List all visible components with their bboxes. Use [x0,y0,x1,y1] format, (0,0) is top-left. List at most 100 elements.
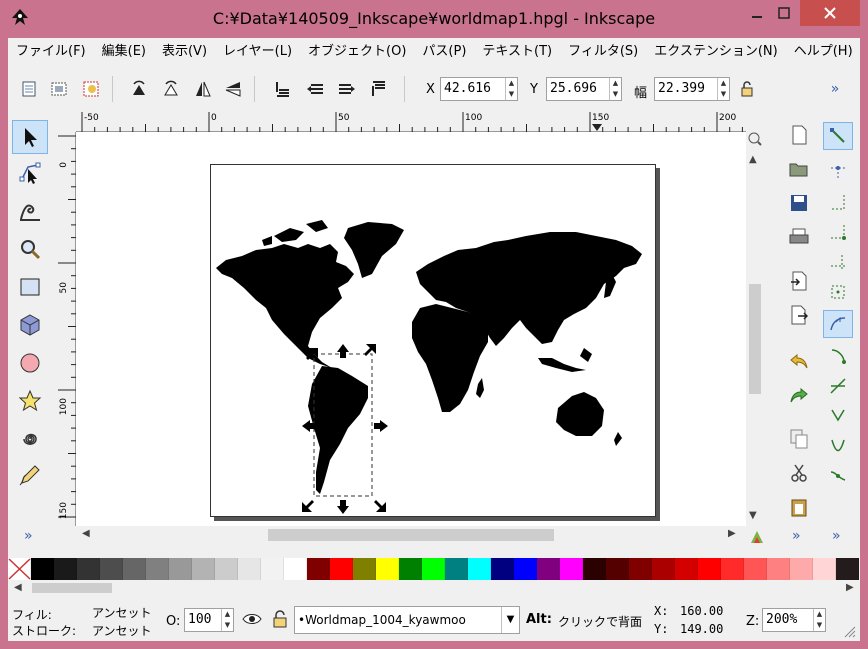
commands-overflow-icon[interactable]: » [792,528,801,544]
snap-smooth-nodes-icon[interactable] [823,432,853,460]
scroll-left-icon[interactable]: ◀ [14,582,22,593]
horizontal-ruler[interactable]: -50 0 50 100 150 200 [76,112,746,132]
export-icon[interactable] [788,304,810,326]
zoom-spinbox[interactable]: 200% ▲ ▼ [762,608,826,632]
vertical-ruler[interactable]: 0 50 100 150 [58,132,76,526]
spin-down-icon[interactable]: ▼ [222,620,233,631]
color-swatch[interactable] [698,558,721,580]
copy-icon[interactable] [788,428,810,450]
color-swatch[interactable] [560,558,583,580]
snap-enable-icon[interactable] [823,122,853,150]
snap-bbox-midpoint-icon[interactable] [823,248,853,276]
new-document-icon[interactable] [788,124,810,146]
spin-down-icon[interactable]: ▼ [506,89,517,100]
horizontal-scrollbar[interactable]: ◀ ▶ [76,526,746,544]
color-swatch[interactable] [468,558,491,580]
save-icon[interactable] [788,192,810,214]
selector-tool-icon[interactable] [12,120,48,154]
spin-up-icon[interactable]: ▲ [610,78,621,89]
current-layer-dropdown[interactable]: •Worldmap_1004_kyawmoo ▼ [294,606,520,634]
color-swatch[interactable] [261,558,284,580]
color-swatch[interactable] [31,558,54,580]
menu-filters[interactable]: フィルタ(S) [560,38,646,66]
open-folder-icon[interactable] [788,158,810,180]
snap-paths-icon[interactable] [823,342,853,370]
palette-scrollbar[interactable]: ◀ ▶ [8,580,860,596]
x-spinbox[interactable]: 42.616 ▲ ▼ [440,77,518,101]
scroll-right-icon[interactable]: ▶ [728,528,736,539]
snap-midpoints-icon[interactable] [823,462,853,490]
menu-help[interactable]: ヘルプ(H) [786,38,861,66]
color-swatch[interactable] [606,558,629,580]
zoom-value[interactable]: 200% [763,609,813,631]
chevron-down-icon[interactable]: ▼ [501,607,519,633]
flip-vertical-icon[interactable] [222,78,244,100]
menu-text[interactable]: テキスト(T) [474,38,560,66]
menu-extensions[interactable]: エクステンション(N) [646,38,785,66]
spin-down-icon[interactable]: ▼ [718,89,729,100]
color-swatch[interactable] [376,558,399,580]
color-swatch[interactable] [629,558,652,580]
no-paint-swatch[interactable] [8,558,31,580]
world-map-drawing[interactable] [76,132,746,526]
drawing-canvas[interactable] [76,132,746,526]
color-swatch[interactable] [744,558,767,580]
color-swatch[interactable] [54,558,77,580]
color-swatch[interactable] [537,558,560,580]
pencil-tool-icon[interactable] [12,458,48,492]
width-value[interactable]: 22.399 [655,78,717,100]
menu-edit[interactable]: 編集(E) [94,38,154,66]
title-bar[interactable]: C:¥Data¥140509_Inkscape¥worldmap1.hpgl -… [0,0,868,38]
select-all-layers-icon[interactable] [48,78,70,100]
minimize-button[interactable] [744,0,770,26]
scroll-down-icon[interactable]: ▼ [749,510,757,521]
spin-down-icon[interactable]: ▼ [610,89,621,100]
color-swatch[interactable] [813,558,836,580]
raise-icon[interactable] [336,78,358,100]
color-swatch[interactable] [514,558,537,580]
color-management-icon[interactable] [750,530,764,547]
resize-grip-icon[interactable] [844,626,856,641]
snap-cusp-nodes-icon[interactable] [823,402,853,430]
vertical-scrollbar[interactable]: ▲ ▼ [746,132,764,526]
vertical-scroll-thumb[interactable] [749,284,761,394]
menu-object[interactable]: オブジェクト(O) [300,38,414,66]
spin-down-icon[interactable]: ▼ [814,620,825,631]
snap-bbox-center-icon[interactable] [823,278,853,306]
paste-icon[interactable] [788,496,810,518]
color-swatch[interactable] [146,558,169,580]
layer-lock-icon[interactable] [272,610,288,631]
node-tool-icon[interactable] [12,156,48,190]
snap-nodes-icon[interactable] [823,310,853,338]
x-value[interactable]: 42.616 [441,78,505,100]
color-swatch[interactable] [330,558,353,580]
color-swatch[interactable] [583,558,606,580]
spiral-tool-icon[interactable] [12,422,48,456]
color-swatch[interactable] [215,558,238,580]
color-swatch[interactable] [307,558,330,580]
width-spinbox[interactable]: 22.399 ▲ ▼ [654,77,730,101]
scroll-right-icon[interactable]: ▶ [846,582,854,593]
zoom-tool-icon[interactable] [12,232,48,266]
color-swatch[interactable] [491,558,514,580]
lock-icon[interactable] [736,78,758,100]
color-swatch[interactable] [721,558,744,580]
menu-file[interactable]: ファイル(F) [8,38,94,66]
close-button[interactable] [800,0,860,26]
layer-visibility-eye-icon[interactable] [242,611,262,630]
color-swatch[interactable] [652,558,675,580]
spin-up-icon[interactable]: ▲ [222,609,233,620]
stroke-value[interactable]: アンセット [92,622,152,639]
select-all-icon[interactable] [18,78,40,100]
color-swatch[interactable] [422,558,445,580]
opacity-spinbox[interactable]: 100 ▲ ▼ [184,608,234,632]
color-swatch[interactable] [238,558,261,580]
horizontal-scroll-thumb[interactable] [268,529,554,541]
color-swatch[interactable] [192,558,215,580]
maximize-button[interactable] [770,0,798,26]
rectangle-tool-icon[interactable] [12,270,48,304]
cut-icon[interactable] [788,462,810,484]
menu-layer[interactable]: レイヤー(L) [215,38,300,66]
rotate-cw-icon[interactable] [160,78,182,100]
3d-box-tool-icon[interactable] [12,308,48,342]
